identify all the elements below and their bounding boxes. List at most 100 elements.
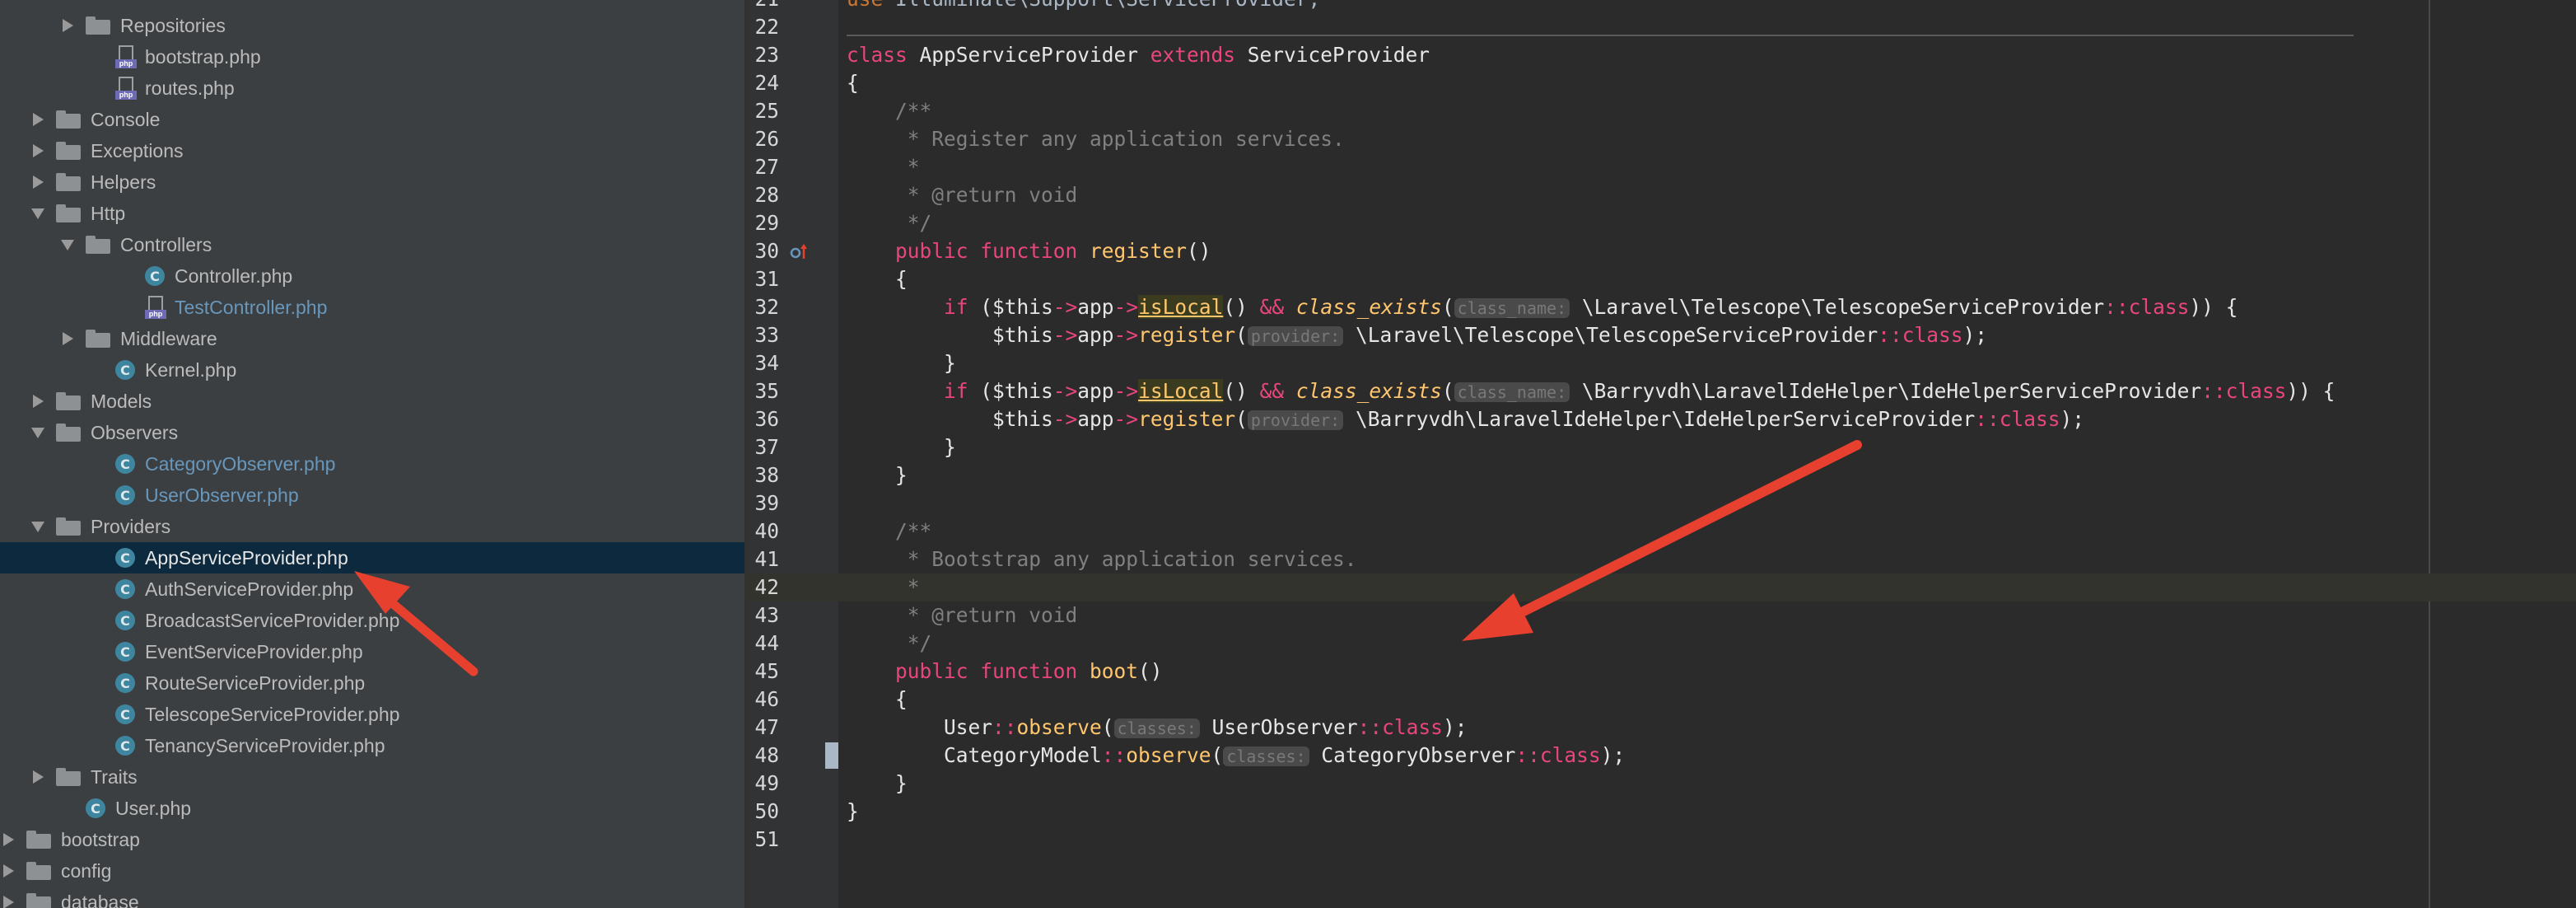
override-method-icon[interactable] bbox=[789, 241, 809, 261]
tree-folder[interactable]: Helpers bbox=[0, 166, 744, 198]
code-text[interactable]: * @return void bbox=[847, 181, 1078, 209]
tree-folder[interactable]: Exceptions bbox=[0, 135, 744, 166]
tree-folder[interactable]: database bbox=[0, 887, 744, 908]
code-text[interactable]: } bbox=[847, 433, 956, 461]
tree-folder[interactable]: Http bbox=[0, 198, 744, 229]
code-line[interactable]: 35 if ($this->app->isLocal() && class_ex… bbox=[748, 377, 2576, 405]
code-line[interactable]: 41 * Bootstrap any application services. bbox=[748, 545, 2576, 573]
code-text[interactable]: * bbox=[847, 573, 920, 601]
tree-file[interactable]: C CategoryObserver.php bbox=[0, 448, 744, 480]
code-line[interactable]: 24 { bbox=[748, 69, 2576, 97]
code-text[interactable]: } bbox=[847, 770, 908, 798]
code-line[interactable]: 37 } bbox=[748, 433, 2576, 461]
code-text[interactable]: */ bbox=[847, 630, 932, 658]
tree-folder[interactable]: Controllers bbox=[0, 229, 744, 260]
code-editor[interactable]: 21 use Illuminate\Support\ServiceProvider… bbox=[748, 0, 2576, 908]
expand-down-icon[interactable] bbox=[30, 424, 46, 441]
tree-file[interactable]: C TelescopeServiceProvider.php bbox=[0, 699, 744, 730]
code-line[interactable]: 39 bbox=[748, 489, 2576, 517]
code-line[interactable]: 23 class AppServiceProvider extends Servi… bbox=[748, 41, 2576, 69]
code-line[interactable]: 40 /** bbox=[748, 517, 2576, 545]
code-text[interactable]: class AppServiceProvider extends Service… bbox=[847, 41, 1430, 69]
code-line[interactable]: 38 } bbox=[748, 461, 2576, 489]
tree-folder[interactable]: Providers bbox=[0, 511, 744, 542]
tree-folder[interactable]: Observers bbox=[0, 417, 744, 448]
code-line[interactable]: 27 * bbox=[748, 153, 2576, 181]
code-line[interactable]: 28 * @return void bbox=[748, 181, 2576, 209]
code-line[interactable]: 49 } bbox=[748, 770, 2576, 798]
code-line[interactable]: 26 * Register any application services. bbox=[748, 125, 2576, 153]
code-line[interactable]: 33 $this->app->register(provider: \Larav… bbox=[748, 321, 2576, 349]
code-line[interactable]: 36 $this->app->register(provider: \Barry… bbox=[748, 405, 2576, 433]
code-line[interactable]: 21 use Illuminate\Support\ServiceProvider… bbox=[748, 0, 2576, 13]
code-line[interactable]: 47 User::observe(classes: UserObserver::… bbox=[748, 714, 2576, 742]
tree-file[interactable]: C AuthServiceProvider.php bbox=[0, 573, 744, 605]
tree-file[interactable]: php bootstrap.php bbox=[0, 41, 744, 73]
expand-down-icon[interactable] bbox=[30, 205, 46, 222]
tree-folder[interactable]: config bbox=[0, 855, 744, 887]
code-text[interactable]: if ($this->app->isLocal() && class_exist… bbox=[847, 377, 2335, 406]
tree-file[interactable]: C BroadcastServiceProvider.php bbox=[0, 605, 744, 636]
code-text[interactable]: public function register() bbox=[847, 237, 1211, 265]
tree-file[interactable]: C Controller.php bbox=[0, 260, 744, 292]
code-text[interactable]: $this->app->register(provider: \Barryvdh… bbox=[847, 405, 2084, 434]
tree-folder[interactable]: Traits bbox=[0, 761, 744, 793]
code-text[interactable]: /** bbox=[847, 517, 931, 545]
tree-folder[interactable]: Models bbox=[0, 386, 744, 417]
code-line[interactable]: 22 bbox=[748, 13, 2576, 41]
expand-right-icon[interactable] bbox=[30, 174, 46, 190]
code-line[interactable]: 31 { bbox=[748, 265, 2576, 293]
expand-right-icon[interactable] bbox=[0, 863, 16, 879]
expand-right-icon[interactable] bbox=[30, 111, 46, 128]
code-text[interactable]: } bbox=[847, 461, 908, 489]
expand-right-icon[interactable] bbox=[0, 894, 16, 908]
code-line[interactable]: 32 if ($this->app->isLocal() && class_ex… bbox=[748, 293, 2576, 321]
code-text[interactable]: * Bootstrap any application services. bbox=[847, 545, 1357, 573]
code-text[interactable]: { bbox=[847, 69, 859, 97]
tree-file[interactable]: C TenancyServiceProvider.php bbox=[0, 730, 744, 761]
expand-right-icon[interactable] bbox=[30, 769, 46, 785]
code-text[interactable]: $this->app->register(provider: \Laravel\… bbox=[847, 321, 1987, 350]
code-line[interactable]: 43 * @return void bbox=[748, 601, 2576, 630]
expand-right-icon[interactable] bbox=[59, 330, 76, 347]
code-line[interactable]: 42 * bbox=[748, 573, 2576, 601]
code-text[interactable]: * @return void bbox=[847, 601, 1078, 630]
tree-file[interactable]: C AppServiceProvider.php bbox=[0, 542, 744, 573]
tree-file[interactable]: C UserObserver.php bbox=[0, 480, 744, 511]
code-line[interactable]: 29 */ bbox=[748, 209, 2576, 237]
code-text[interactable]: if ($this->app->isLocal() && class_exist… bbox=[847, 293, 2238, 322]
code-text[interactable]: * Register any application services. bbox=[847, 125, 1345, 153]
code-line[interactable]: 44 */ bbox=[748, 630, 2576, 658]
expand-right-icon[interactable] bbox=[30, 393, 46, 410]
expand-right-icon[interactable] bbox=[0, 831, 16, 848]
code-line[interactable]: 25 /** bbox=[748, 97, 2576, 125]
tree-file[interactable]: C User.php bbox=[0, 793, 744, 824]
tree-folder[interactable]: Middleware bbox=[0, 323, 744, 354]
code-text[interactable]: use Illuminate\Support\ServiceProvider; bbox=[847, 0, 1320, 13]
code-line[interactable]: 51 bbox=[748, 826, 2576, 854]
code-text[interactable]: } bbox=[847, 798, 859, 826]
code-line[interactable]: 48 CategoryModel::observe(classes: Categ… bbox=[748, 742, 2576, 770]
tree-file[interactable]: php routes.php bbox=[0, 73, 744, 104]
expand-right-icon[interactable] bbox=[59, 17, 76, 34]
tree-file[interactable]: C RouteServiceProvider.php bbox=[0, 667, 744, 699]
code-text[interactable]: */ bbox=[847, 209, 932, 237]
expand-down-icon[interactable] bbox=[59, 236, 76, 253]
code-line[interactable]: 30 public function register() bbox=[748, 237, 2576, 265]
code-text[interactable]: /** bbox=[847, 97, 931, 125]
code-text[interactable]: } bbox=[847, 349, 956, 377]
code-text[interactable]: User::observe(classes: UserObserver::cla… bbox=[847, 714, 1467, 742]
tree-file[interactable]: C Kernel.php bbox=[0, 354, 744, 386]
code-line[interactable]: 34 } bbox=[748, 349, 2576, 377]
code-text[interactable]: * bbox=[847, 153, 920, 181]
code-line[interactable]: 46 { bbox=[748, 686, 2576, 714]
code-text[interactable]: { bbox=[847, 686, 908, 714]
code-text[interactable]: { bbox=[847, 265, 908, 293]
code-text[interactable]: CategoryModel::observe(classes: Category… bbox=[847, 742, 1625, 770]
tree-file[interactable]: C EventServiceProvider.php bbox=[0, 636, 744, 667]
tree-folder[interactable]: Repositories bbox=[0, 10, 744, 41]
code-text[interactable]: public function boot() bbox=[847, 658, 1163, 686]
tree-folder[interactable]: Console bbox=[0, 104, 744, 135]
code-line[interactable]: 45 public function boot() bbox=[748, 658, 2576, 686]
tree-folder[interactable]: bootstrap bbox=[0, 824, 744, 855]
